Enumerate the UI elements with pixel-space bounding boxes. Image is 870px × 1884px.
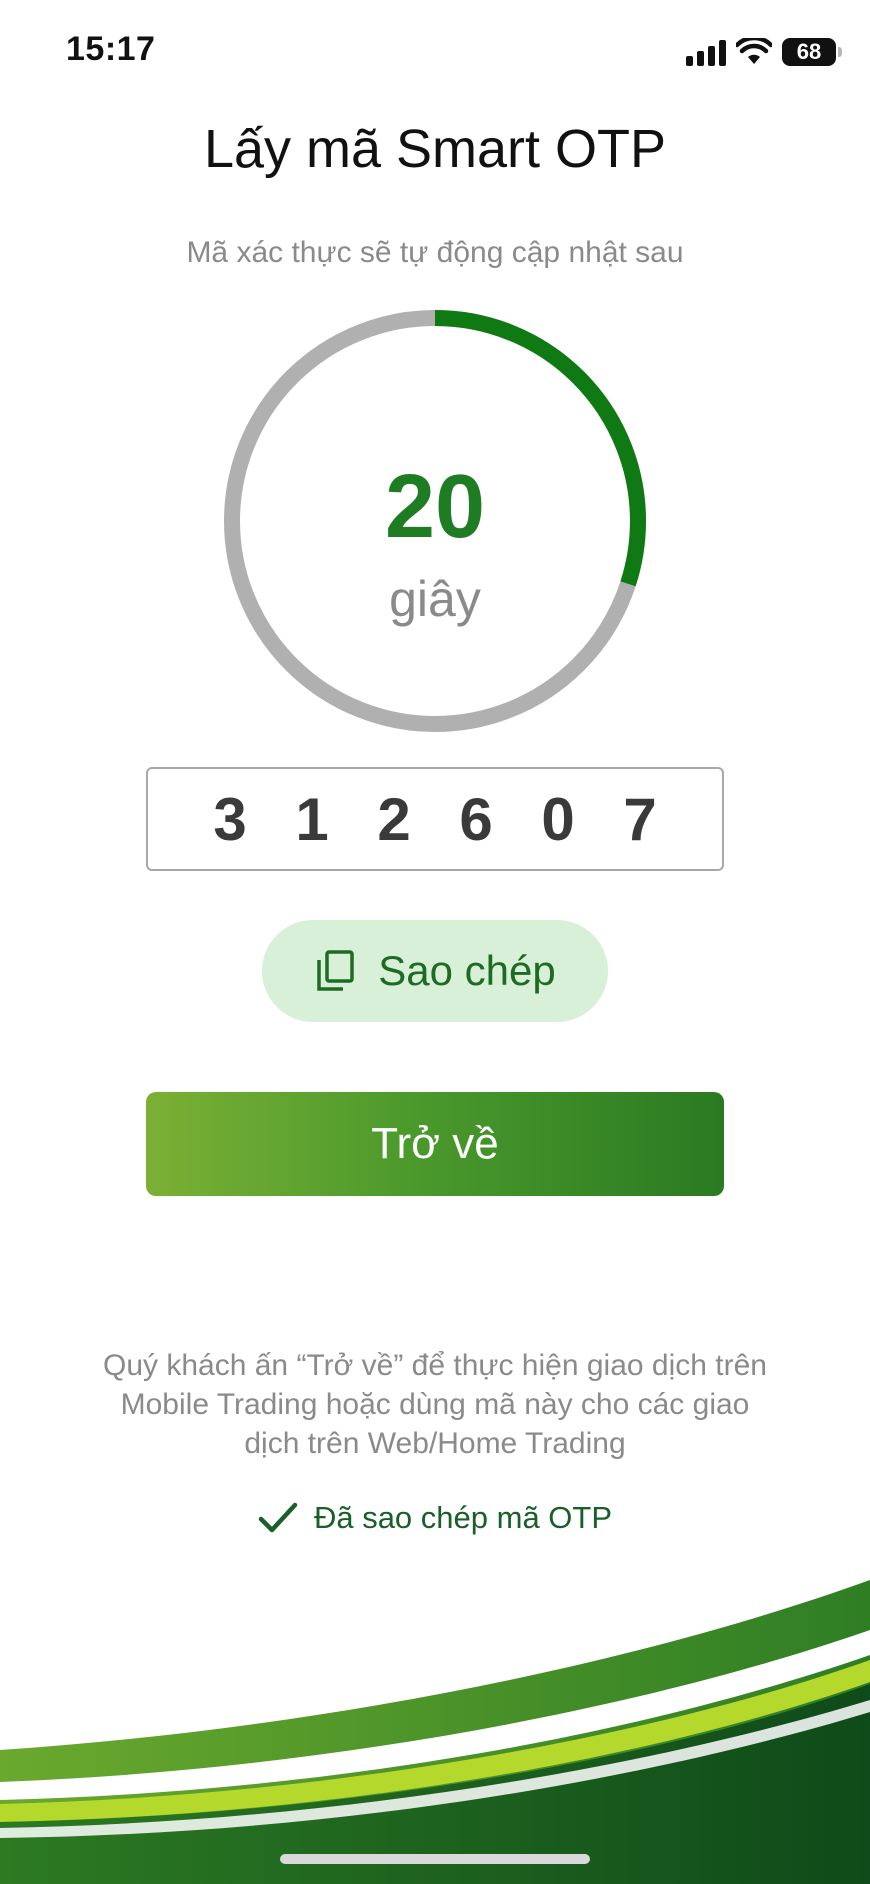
otp-digit: 2 [377,785,411,853]
otp-digit: 3 [213,785,247,853]
copied-status-label: Đã sao chép mã OTP [313,1500,613,1535]
status-time: 15:17 [66,30,156,68]
otp-digit: 6 [459,785,493,853]
signal-icon [686,38,726,66]
back-button[interactable]: Trở về [146,1092,724,1196]
countdown-ring: 20 giây [222,308,648,734]
otp-digit: 7 [623,785,657,853]
copy-button-label: Sao chép [378,947,556,994]
copied-status: Đã sao chép mã OTP [0,1500,870,1536]
countdown-unit: giây [389,571,481,627]
page-subtitle: Mã xác thực sẽ tự động cập nhật sau [186,236,684,269]
battery-icon: 68 [782,38,842,66]
otp-digit: 1 [295,785,329,853]
status-icons: 68 [686,36,842,68]
otp-digit: 0 [541,785,575,853]
countdown-seconds: 20 [384,457,486,557]
smart-otp-screen: 15:17 68 Lấy mã Smart OTP Mã xác thực sẽ… [0,0,870,1884]
decorative-waves [0,1580,870,1884]
check-icon [258,1502,298,1533]
wifi-icon [736,38,772,64]
copy-icon [317,950,354,991]
page-title: Lấy mã Smart OTP [203,119,667,179]
otp-code-box: 3 1 2 6 0 7 [146,767,724,871]
home-indicator[interactable] [280,1854,590,1864]
copy-button[interactable]: Sao chép [262,920,608,1022]
info-text: Quý khách ấn “Trở về” để thực hiện giao … [103,1349,767,1460]
battery-level: 68 [796,39,822,64]
back-button-label: Trở về [371,1119,499,1168]
